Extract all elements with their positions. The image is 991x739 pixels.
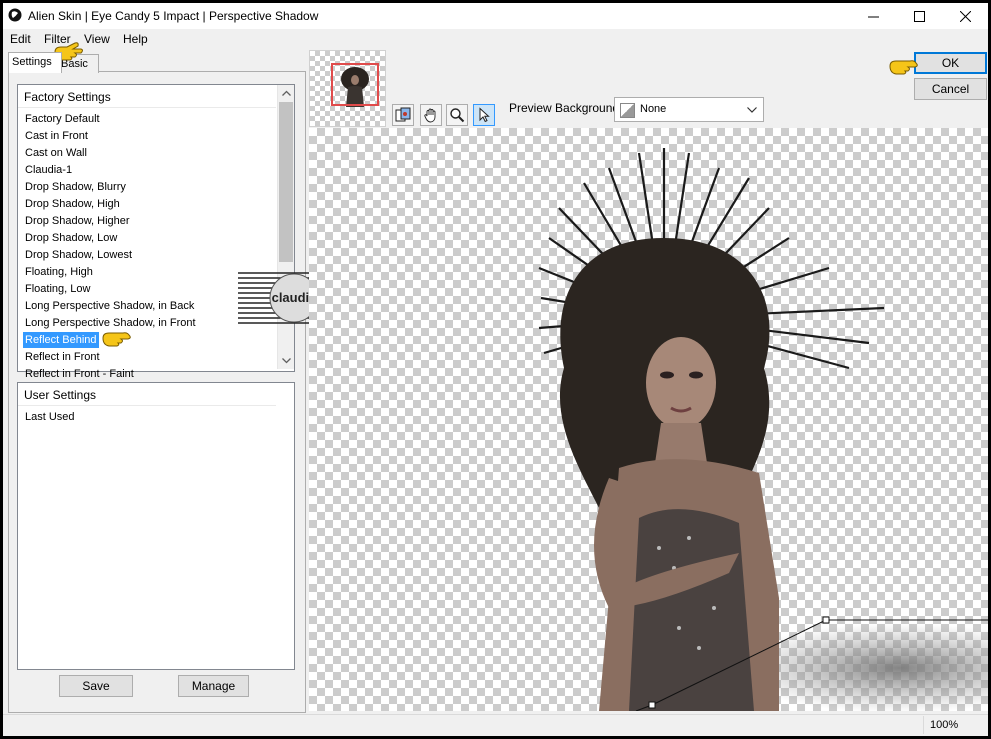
factory-preset-item[interactable]: Drop Shadow, Higher bbox=[23, 213, 132, 229]
preview-background-label: Preview Background: bbox=[509, 101, 623, 115]
pointing-hand-icon bbox=[889, 60, 918, 75]
background-swatch bbox=[620, 103, 635, 118]
magnifier-icon bbox=[450, 108, 465, 123]
title-bar: Alien Skin | Eye Candy 5 Impact | Perspe… bbox=[3, 3, 988, 29]
chevron-down-icon bbox=[747, 106, 757, 113]
close-icon bbox=[959, 10, 971, 22]
factory-preset-item[interactable]: Long Perspective Shadow, in Back bbox=[23, 298, 196, 314]
factory-preset-item[interactable]: Reflect in Front - Faint bbox=[23, 366, 136, 382]
factory-preset-item[interactable]: Floating, High bbox=[23, 264, 95, 280]
scroll-down-arrow[interactable] bbox=[278, 353, 294, 369]
maximize-icon bbox=[913, 10, 925, 22]
chevron-down-icon bbox=[281, 358, 291, 364]
eye-candy-window: Alien Skin | Eye Candy 5 Impact | Perspe… bbox=[3, 3, 988, 736]
menu-edit[interactable]: Edit bbox=[10, 32, 31, 46]
preview-background-dropdown[interactable] bbox=[741, 98, 763, 121]
user-setting-last-used[interactable]: Last Used bbox=[23, 409, 77, 425]
pointer-tool[interactable] bbox=[473, 104, 495, 126]
preview-background-value: None bbox=[640, 103, 667, 115]
hand-pan-tool[interactable] bbox=[420, 104, 442, 126]
status-bar bbox=[3, 714, 988, 736]
shadow-handle-near[interactable] bbox=[648, 701, 656, 709]
factory-preset-item[interactable]: Factory Default bbox=[23, 111, 102, 127]
ok-button[interactable]: OK bbox=[914, 52, 987, 74]
window-title: Alien Skin | Eye Candy 5 Impact | Perspe… bbox=[28, 9, 319, 23]
navigator-thumbnail[interactable] bbox=[309, 50, 386, 127]
menu-help[interactable]: Help bbox=[123, 32, 148, 46]
factory-preset-item[interactable]: Drop Shadow, Low bbox=[23, 230, 119, 246]
chevron-up-icon bbox=[281, 90, 291, 96]
zoom-tool[interactable] bbox=[446, 104, 468, 126]
preview-canvas[interactable] bbox=[309, 128, 988, 711]
factory-preset-item[interactable]: Drop Shadow, Lowest bbox=[23, 247, 134, 263]
arrow-pointer-icon bbox=[479, 107, 490, 123]
shadow-handle-far[interactable] bbox=[822, 616, 830, 624]
manage-button[interactable]: Manage bbox=[178, 675, 249, 697]
save-button[interactable]: Save bbox=[59, 675, 133, 697]
alien-skin-icon bbox=[8, 8, 22, 22]
factory-preset-item[interactable]: Drop Shadow, High bbox=[23, 196, 122, 212]
maximize-button[interactable] bbox=[896, 3, 942, 29]
factory-list-scrollbar[interactable] bbox=[277, 85, 294, 369]
factory-preset-item[interactable]: Drop Shadow, Blurry bbox=[23, 179, 128, 195]
preview-image bbox=[538, 148, 988, 711]
factory-preset-item[interactable]: Claudia-1 bbox=[23, 162, 74, 178]
tab-settings[interactable]: Settings bbox=[8, 52, 62, 73]
factory-preset-item[interactable]: Floating, Low bbox=[23, 281, 92, 297]
scrollbar-thumb[interactable] bbox=[279, 102, 293, 262]
factory-settings-header: Factory Settings bbox=[24, 90, 111, 104]
zoom-level: 100% bbox=[930, 719, 959, 731]
figure-face bbox=[646, 337, 716, 429]
scroll-up-arrow[interactable] bbox=[278, 85, 294, 101]
preview-background-select[interactable]: None bbox=[614, 97, 764, 122]
close-button[interactable] bbox=[942, 3, 988, 29]
preview-compare-tool[interactable] bbox=[392, 104, 414, 126]
user-settings-list[interactable]: User Settings Last Used bbox=[17, 382, 295, 670]
hand-pan-icon bbox=[424, 108, 436, 123]
pointing-hand-icon bbox=[102, 332, 131, 347]
menu-bar: Edit Filter View Help bbox=[3, 29, 988, 49]
zoom-indicator: 100% bbox=[923, 716, 974, 734]
list-divider bbox=[18, 107, 276, 108]
cancel-button[interactable]: Cancel bbox=[914, 78, 987, 100]
factory-preset-item[interactable]: Reflect Behind bbox=[23, 332, 99, 348]
list-divider bbox=[18, 405, 276, 406]
preview-compare-icon bbox=[395, 107, 411, 122]
menu-view[interactable]: View bbox=[84, 32, 110, 46]
minimize-icon bbox=[867, 16, 879, 17]
factory-settings-list[interactable]: Factory Settings Factory Default Cast in … bbox=[17, 84, 295, 380]
user-settings-header: User Settings bbox=[24, 388, 97, 402]
factory-preset-item[interactable]: Cast on Wall bbox=[23, 145, 89, 161]
minimize-button[interactable] bbox=[850, 3, 896, 29]
factory-preset-item[interactable]: Cast in Front bbox=[23, 128, 90, 144]
factory-preset-item[interactable]: Reflect in Front bbox=[23, 349, 102, 365]
navigator-viewport-rect[interactable] bbox=[331, 63, 379, 106]
